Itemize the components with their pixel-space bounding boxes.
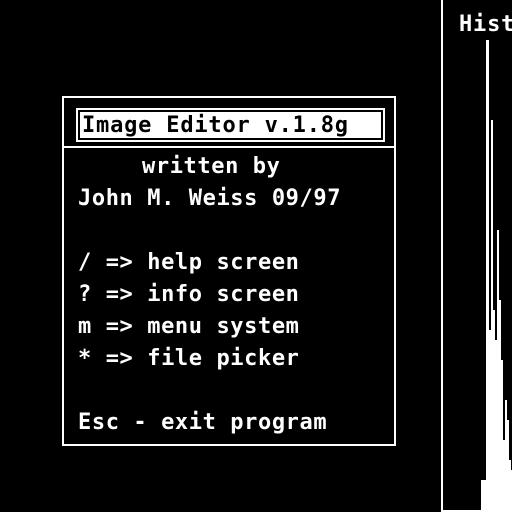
dialog-title: Image Editor v.1.8g — [82, 113, 349, 138]
credit-line-1: written by — [142, 154, 281, 179]
shortcut-file-picker: * => file picker — [78, 346, 300, 371]
credit-line-2: John M. Weiss 09/97 — [78, 186, 342, 211]
shortcut-info: ? => info screen — [78, 282, 300, 307]
histogram-bars — [481, 40, 512, 510]
dialog-title-bar: Image Editor v.1.8g — [76, 108, 385, 142]
dialog-divider — [64, 146, 394, 148]
histogram-plot — [481, 40, 512, 510]
exit-instruction: Esc - exit program — [78, 410, 328, 435]
shortcut-menu: m => menu system — [78, 314, 300, 339]
histogram-panel: Hist — [441, 0, 512, 512]
shortcut-help: / => help screen — [78, 250, 300, 275]
splash-dialog: Image Editor v.1.8g written by John M. W… — [62, 96, 396, 446]
